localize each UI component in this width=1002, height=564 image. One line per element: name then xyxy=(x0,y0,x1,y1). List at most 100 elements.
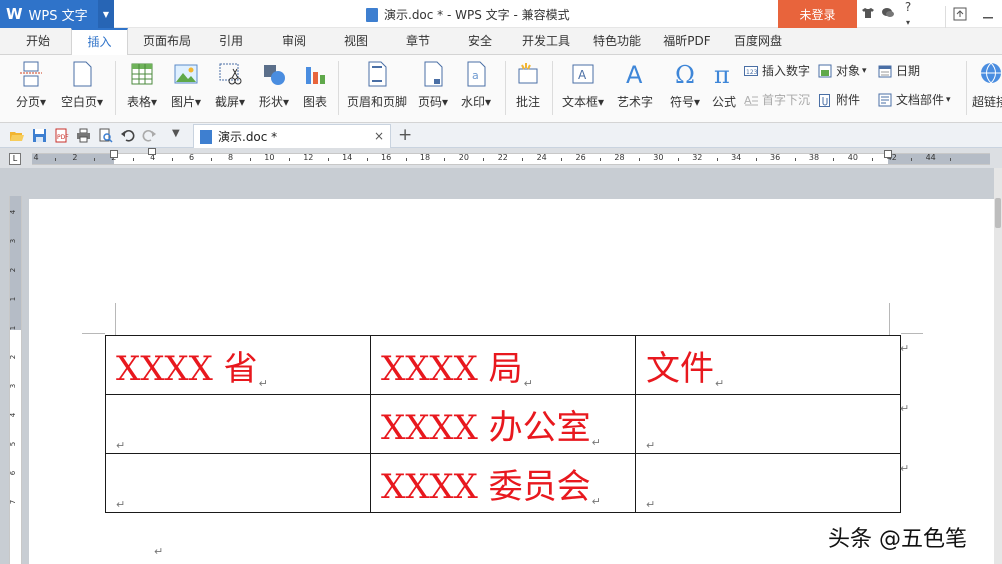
page-break-label: 分页 xyxy=(15,95,40,109)
cell-text: XXXX 省 xyxy=(116,348,258,389)
header-footer-label: 页眉和页脚 xyxy=(346,95,407,109)
customize-toolbar-icon[interactable]: ▼ xyxy=(172,128,187,143)
title-bar: W WPS 文字 ▼ 演示.doc * - WPS 文字 - 兼容模式 未登录 … xyxy=(0,0,1002,34)
indent-marker[interactable] xyxy=(110,150,118,158)
watermark-button[interactable]: a 水印▾ xyxy=(456,59,496,117)
print-icon[interactable] xyxy=(76,128,91,143)
ruler-tick xyxy=(911,158,913,161)
ruler-number: 34 xyxy=(731,153,742,162)
calendar-icon xyxy=(878,64,892,78)
undo-icon[interactable] xyxy=(120,128,135,143)
table-cell[interactable]: ↵ xyxy=(105,453,371,513)
tab-foxit-pdf[interactable]: 福昕PDF xyxy=(658,28,716,55)
tab-references[interactable]: 引用 xyxy=(210,28,252,55)
page-number-button[interactable]: 页码▾ xyxy=(414,59,452,117)
symbol-button[interactable]: Ω 符号▾ xyxy=(664,59,706,117)
screenshot-button[interactable]: 截屏▾ xyxy=(210,59,250,117)
shapes-label: 形状 xyxy=(258,95,283,109)
scrollbar-thumb[interactable] xyxy=(995,198,1001,228)
document-icon xyxy=(366,7,378,22)
formula-button[interactable]: π 公式 xyxy=(708,59,740,117)
table-cell[interactable]: XXXX 委员会↵ xyxy=(370,453,636,513)
table-cell[interactable]: 文件↵ xyxy=(635,335,901,395)
hyperlink-button[interactable]: 超链接 xyxy=(972,59,1002,117)
tab-features[interactable]: 特色功能 xyxy=(588,28,646,55)
drop-cap-button[interactable]: A 首字下沉 xyxy=(744,90,810,110)
ruler-tick xyxy=(561,158,563,161)
page-break-icon xyxy=(19,61,43,87)
minimize-icon[interactable] xyxy=(974,0,1002,28)
table-cell[interactable]: ↵ xyxy=(105,394,371,454)
tab-developer[interactable]: 开发工具 xyxy=(516,28,576,55)
tab-stop-selector[interactable]: L xyxy=(9,153,21,165)
document-tab[interactable]: 演示.doc * × xyxy=(193,124,391,148)
document-table[interactable]: XXXX 省↵ XXXX 局↵ 文件↵ ↵ XXXX 办公室↵ ↵ ↵ XXXX… xyxy=(105,335,901,513)
attachment-button[interactable]: 附件 xyxy=(818,90,860,110)
ruler-number: 1 xyxy=(9,325,18,331)
ruler-tick xyxy=(833,158,835,161)
ruler-number: 22 xyxy=(497,153,508,162)
first-line-indent-marker[interactable] xyxy=(148,148,156,155)
text-box-icon: A xyxy=(571,61,595,87)
word-art-button[interactable]: A 艺术字 xyxy=(614,59,656,117)
login-button[interactable]: 未登录 xyxy=(778,0,857,28)
ruler-tick xyxy=(94,158,96,161)
tab-baidu-netdisk[interactable]: 百度网盘 xyxy=(728,28,788,55)
new-tab-icon[interactable]: + xyxy=(398,125,412,145)
chart-button[interactable]: 图表 xyxy=(298,59,332,117)
export-pdf-icon[interactable]: PDF xyxy=(54,128,69,143)
table-button[interactable]: 表格▾ xyxy=(122,59,162,117)
blank-page-button[interactable]: 空白页▾ xyxy=(56,59,108,117)
redo-icon[interactable] xyxy=(142,128,157,143)
table-cell[interactable]: ↵ xyxy=(635,453,901,513)
comment-button[interactable]: 批注 xyxy=(512,59,544,117)
paragraph-mark-icon: ↵ xyxy=(523,376,533,390)
object-button[interactable]: 对象 ▾ xyxy=(818,61,867,81)
chevron-down-icon[interactable]: ▼ xyxy=(98,0,114,28)
tab-chapter[interactable]: 章节 xyxy=(396,28,440,55)
ruler-tick xyxy=(677,158,679,161)
doc-parts-button[interactable]: 文档部件 ▾ xyxy=(878,90,951,110)
divider xyxy=(338,61,339,115)
horizontal-ruler[interactable]: 4224681012141618202224262830323436384042… xyxy=(32,148,990,165)
table-cell[interactable]: XXXX 省↵ xyxy=(105,335,371,395)
restore-icon[interactable] xyxy=(946,0,974,28)
table-cell[interactable]: XXXX 局↵ xyxy=(370,335,636,395)
app-menu-button[interactable]: W WPS 文字 ▼ xyxy=(0,0,114,28)
dropdown-arrow-icon: ▾ xyxy=(194,95,202,109)
word-art-label: 艺术字 xyxy=(616,95,653,109)
ruler-number: 2 xyxy=(72,153,78,162)
help-icon[interactable]: ?▾ xyxy=(900,0,916,28)
date-button[interactable]: 日期 xyxy=(878,61,920,81)
vertical-ruler[interactable]: 4 3 2 1 1 2 3 4 5 6 7 xyxy=(9,196,22,564)
tab-home[interactable]: 开始 xyxy=(14,28,62,55)
pi-icon: π xyxy=(712,61,736,89)
table-cell[interactable]: XXXX 办公室↵ xyxy=(370,394,636,454)
shapes-button[interactable]: 形状▾ xyxy=(254,59,294,117)
open-folder-icon[interactable] xyxy=(9,128,24,143)
print-preview-icon[interactable] xyxy=(98,128,113,143)
tab-view[interactable]: 视图 xyxy=(334,28,378,55)
page-break-button[interactable]: 分页▾ xyxy=(10,59,52,117)
table-cell[interactable]: ↵ xyxy=(635,394,901,454)
tab-review[interactable]: 审阅 xyxy=(272,28,316,55)
vertical-scrollbar[interactable] xyxy=(994,168,1002,564)
divider xyxy=(552,61,553,115)
ruler-number: 7 xyxy=(9,499,18,505)
insert-number-button[interactable]: 123 插入数字 xyxy=(744,61,810,81)
tab-page-layout[interactable]: 页面布局 xyxy=(138,28,196,55)
tab-security[interactable]: 安全 xyxy=(458,28,502,55)
tab-insert[interactable]: 插入 xyxy=(71,28,128,56)
chat-icon[interactable] xyxy=(880,7,896,22)
close-icon[interactable]: × xyxy=(374,129,384,143)
indent-marker[interactable] xyxy=(884,150,892,158)
header-footer-button[interactable]: 页眉和页脚 xyxy=(344,59,410,117)
ruler-tick xyxy=(950,158,952,161)
save-icon[interactable] xyxy=(32,128,47,143)
shirt-icon[interactable] xyxy=(860,7,876,22)
picture-button[interactable]: 图片▾ xyxy=(166,59,206,117)
ruler-tick xyxy=(444,158,446,161)
text-box-button[interactable]: A 文本框▾ xyxy=(558,59,608,117)
ruler-number: 8 xyxy=(227,153,234,162)
comment-icon xyxy=(516,61,540,87)
